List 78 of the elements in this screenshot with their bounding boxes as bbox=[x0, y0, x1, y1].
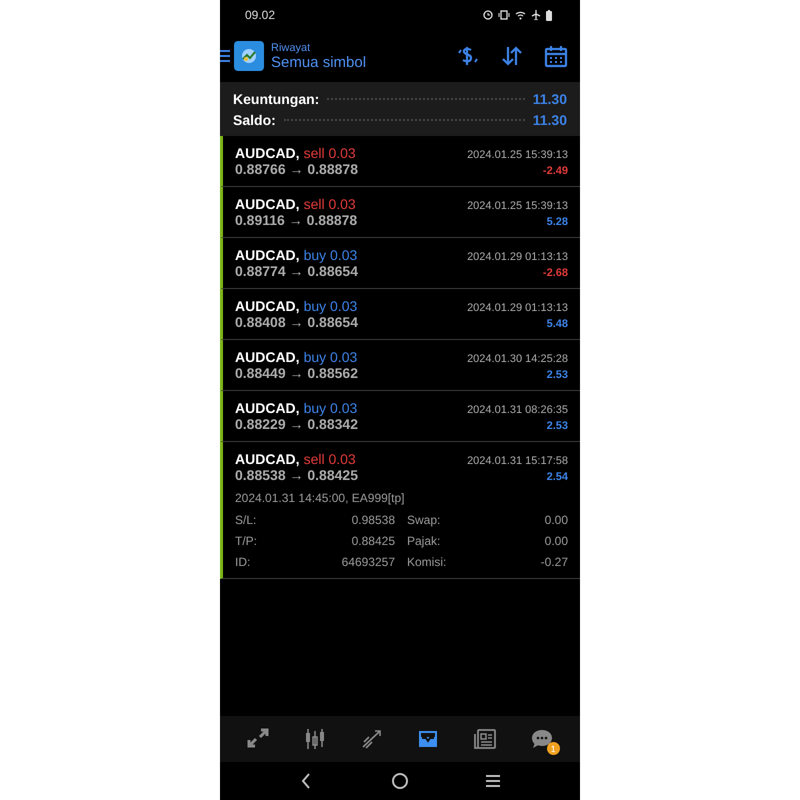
screen-subtitle: Riwayat bbox=[271, 42, 312, 54]
deal-profit: 5.28 bbox=[546, 216, 568, 228]
deal-row[interactable]: AUDCAD, sell 0.03 2024.01.25 15:39:13 0.88766 → 0.88878 -2.49 bbox=[220, 136, 580, 187]
deal-comment: 2024.01.31 14:45:00, EA999[tp] bbox=[235, 491, 406, 505]
deal-row[interactable]: AUDCAD, buy 0.03 2024.01.30 14:25:28 0.88449 → 0.88562 2.53 bbox=[220, 340, 580, 391]
deal-symbol: AUDCAD, bbox=[235, 298, 300, 314]
battery-icon bbox=[546, 10, 552, 20]
home-icon[interactable] bbox=[390, 772, 409, 790]
deal-profit: -2.68 bbox=[542, 267, 568, 279]
detail-label: ID: bbox=[235, 555, 252, 569]
deal-profit: 2.53 bbox=[546, 369, 568, 381]
deal-profit: 5.48 bbox=[546, 318, 568, 330]
detail-value: 0.98538 bbox=[350, 513, 395, 527]
deal-time: 2024.01.30 14:25:28 bbox=[467, 353, 568, 365]
deal-prices: 0.88538 → 0.88425 bbox=[235, 467, 358, 483]
deal-row[interactable]: AUDCAD, buy 0.03 2024.01.29 01:13:13 0.88774 → 0.88654 -2.68 bbox=[220, 238, 580, 289]
deal-symbol: AUDCAD, bbox=[235, 196, 300, 212]
app-logo bbox=[234, 41, 264, 71]
deal-prices: 0.88766 → 0.88878 bbox=[235, 161, 358, 177]
summary-value: 11.30 bbox=[532, 91, 567, 107]
newspaper-icon[interactable] bbox=[472, 727, 497, 751]
deal-row[interactable]: AUDCAD, sell 0.03 2024.01.31 15:17:58 0.88538 → 0.88425 2.54 2024.01.31 14:45:00, EA999[tp] S/L: 0.98538 Swap: 0.00 T/P: 0.88425 Pajak: 0.00 ID: 64693257 Komisi: -0.27 bbox=[220, 442, 580, 579]
symbol-filter[interactable]: Semua simbol bbox=[271, 54, 436, 70]
deal-order: buy 0.03 bbox=[304, 247, 358, 263]
deal-time: 2024.01.31 08:26:35 bbox=[467, 404, 568, 416]
detail-value: 64693257 bbox=[340, 555, 395, 569]
detail-label: T/P: bbox=[235, 534, 258, 548]
detail-value: 0.00 bbox=[544, 513, 568, 527]
calendar-icon[interactable] bbox=[544, 44, 568, 68]
deal-profit: 2.54 bbox=[546, 471, 568, 483]
alarm-icon bbox=[483, 10, 493, 20]
deal-time: 2024.01.29 01:13:13 bbox=[467, 302, 568, 314]
menu-icon[interactable] bbox=[220, 49, 230, 63]
summary-label: Saldo: bbox=[233, 112, 276, 128]
deal-time: 2024.01.25 15:39:13 bbox=[467, 149, 568, 161]
recents-icon[interactable] bbox=[484, 772, 502, 790]
deal-prices: 0.88774 → 0.88654 bbox=[235, 263, 358, 279]
deal-order: buy 0.03 bbox=[304, 400, 358, 416]
deal-prices: 0.88449 → 0.88562 bbox=[235, 365, 358, 381]
deal-prices: 0.89116 → 0.88878 bbox=[235, 212, 358, 228]
detail-label: Pajak: bbox=[406, 534, 442, 548]
deal-time: 2024.01.29 01:13:13 bbox=[467, 251, 568, 263]
wifi-icon bbox=[515, 10, 526, 20]
notification-badge: 1 bbox=[546, 742, 560, 755]
deal-symbol: AUDCAD, bbox=[235, 451, 300, 467]
summary-value: 11.30 bbox=[532, 112, 567, 128]
deal-time: 2024.01.31 15:17:58 bbox=[467, 455, 568, 467]
sort-icon[interactable] bbox=[500, 44, 524, 68]
deal-symbol: AUDCAD, bbox=[235, 247, 300, 263]
deal-symbol: AUDCAD, bbox=[235, 145, 300, 161]
vibrate-icon bbox=[498, 10, 510, 20]
clock-time: 09.02 bbox=[245, 8, 276, 22]
detail-value: -0.27 bbox=[540, 555, 568, 569]
airplane-icon bbox=[531, 10, 541, 20]
summary-label: Keuntungan: bbox=[233, 91, 320, 107]
deal-prices: 0.88229 → 0.88342 bbox=[235, 416, 358, 432]
detail-label: Swap: bbox=[406, 513, 442, 527]
deal-row[interactable]: AUDCAD, buy 0.03 2024.01.31 08:26:35 0.88229 → 0.88342 2.53 bbox=[220, 391, 580, 442]
deal-profit: -2.49 bbox=[542, 165, 568, 177]
deal-order: sell 0.03 bbox=[304, 196, 356, 212]
detail-value: 0.00 bbox=[544, 534, 568, 548]
deal-row[interactable]: AUDCAD, buy 0.03 2024.01.29 01:13:13 0.88408 → 0.88654 5.48 bbox=[220, 289, 580, 340]
deal-order: sell 0.03 bbox=[304, 451, 356, 467]
deal-order: buy 0.03 bbox=[304, 349, 358, 365]
detail-label: Komisi: bbox=[406, 555, 448, 569]
detail-label: S/L: bbox=[235, 513, 258, 527]
deal-time: 2024.01.25 15:39:13 bbox=[467, 200, 568, 212]
deal-row[interactable]: AUDCAD, sell 0.03 2024.01.25 15:39:13 0.89116 → 0.88878 5.28 bbox=[220, 187, 580, 238]
deal-order: buy 0.03 bbox=[304, 298, 358, 314]
deal-profit: 2.53 bbox=[546, 420, 568, 432]
deal-order: sell 0.03 bbox=[304, 145, 356, 161]
deal-prices: 0.88408 → 0.88654 bbox=[235, 314, 358, 330]
detail-value: 0.88425 bbox=[350, 534, 395, 548]
trend-icon[interactable] bbox=[360, 727, 384, 751]
currency-icon[interactable] bbox=[456, 44, 480, 68]
deal-symbol: AUDCAD, bbox=[235, 400, 300, 416]
chat-icon[interactable] bbox=[530, 727, 554, 751]
deal-symbol: AUDCAD, bbox=[235, 349, 300, 365]
